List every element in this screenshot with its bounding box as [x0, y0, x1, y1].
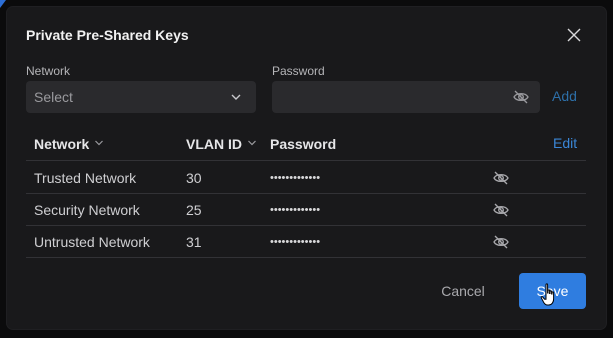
add-link[interactable]: Add	[552, 88, 577, 104]
edit-link[interactable]: Edit	[553, 135, 577, 151]
column-header-password: Password	[270, 136, 337, 152]
close-button[interactable]	[564, 25, 584, 45]
row-vlan-id: 31	[186, 234, 202, 250]
column-header-vlan-label: VLAN ID	[186, 136, 242, 152]
column-header-network-label: Network	[34, 136, 90, 152]
network-label: Network	[26, 64, 71, 78]
dialog-title: Private Pre-Shared Keys	[26, 27, 189, 43]
table-row: Security Network 25 •••••••••••••	[26, 194, 586, 226]
sort-icon	[248, 140, 256, 146]
row-network: Trusted Network	[34, 170, 137, 186]
private-psk-dialog: Private Pre-Shared Keys Network Select P…	[7, 7, 606, 329]
password-field[interactable]	[272, 81, 540, 113]
table-divider	[26, 160, 586, 161]
row-network: Untrusted Network	[34, 234, 150, 250]
eye-off-icon[interactable]	[512, 88, 530, 106]
row-divider	[26, 257, 586, 258]
eye-off-icon[interactable]	[492, 201, 510, 219]
network-select[interactable]: Select	[26, 81, 256, 113]
save-button[interactable]: Save	[519, 273, 586, 309]
password-label: Password	[272, 64, 325, 78]
row-password: •••••••••••••	[270, 172, 321, 184]
row-password: •••••••••••••	[270, 204, 321, 216]
chevron-down-icon	[231, 94, 241, 100]
eye-off-icon[interactable]	[492, 169, 510, 187]
close-icon	[567, 28, 581, 42]
column-header-network[interactable]: Network	[34, 136, 104, 152]
row-password: •••••••••••••	[270, 236, 321, 248]
password-input[interactable]	[272, 81, 502, 113]
eye-off-icon[interactable]	[492, 233, 510, 251]
row-vlan-id: 25	[186, 202, 202, 218]
network-select-value: Select	[34, 89, 73, 105]
row-network: Security Network	[34, 202, 140, 218]
table-row: Trusted Network 30 •••••••••••••	[26, 162, 586, 194]
row-vlan-id: 30	[186, 170, 202, 186]
column-header-vlan-id[interactable]: VLAN ID	[186, 136, 257, 152]
sort-icon	[95, 140, 104, 146]
table-row: Untrusted Network 31 •••••••••••••	[26, 226, 586, 258]
cancel-button[interactable]: Cancel	[427, 279, 499, 303]
